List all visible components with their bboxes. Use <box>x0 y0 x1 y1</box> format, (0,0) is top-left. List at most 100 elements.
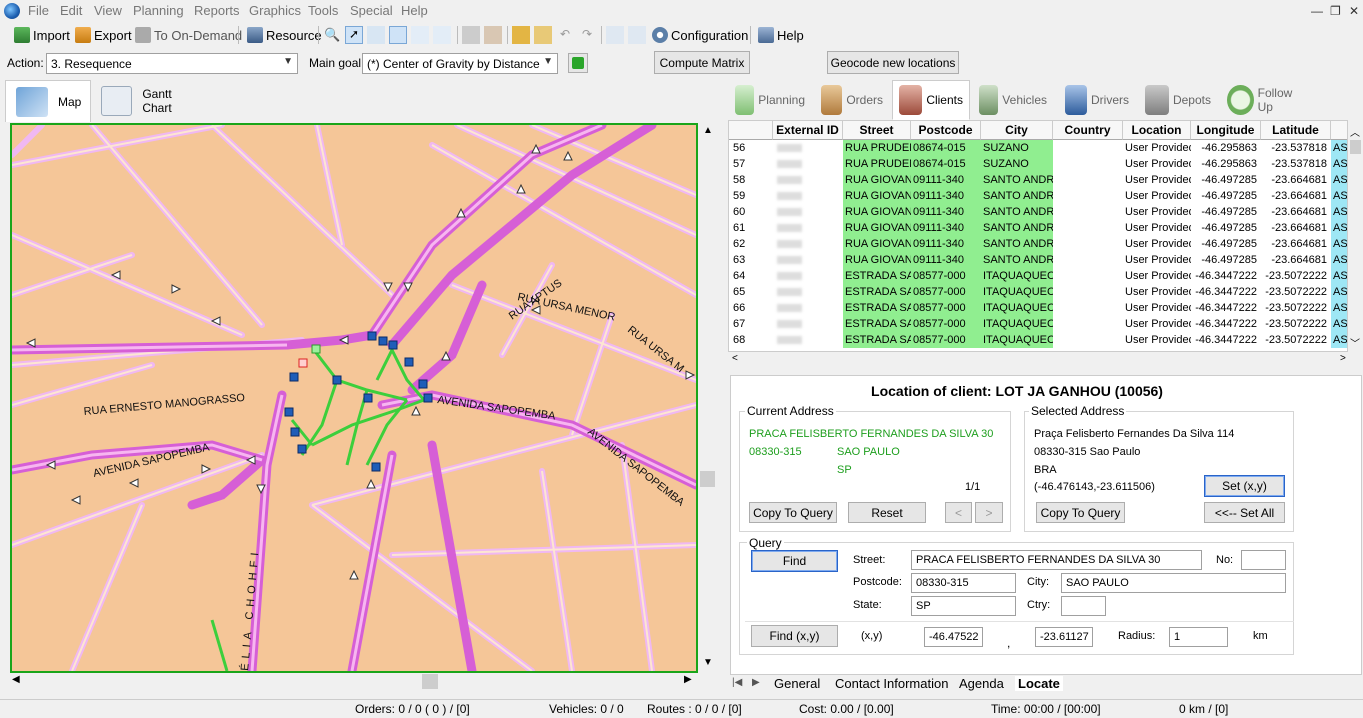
refresh-map-icon[interactable] <box>433 26 451 44</box>
main-goal-select[interactable]: (*) Center of Gravity by Distance ▼ <box>362 53 558 74</box>
selected-client-marker[interactable] <box>298 358 308 368</box>
menu-edit[interactable]: Edit <box>60 3 82 18</box>
table-header[interactable]: Postcode <box>911 121 981 140</box>
options-icon[interactable] <box>484 26 502 44</box>
scroll-thumb[interactable] <box>1350 140 1361 154</box>
selected-copy-to-query-button[interactable]: Copy To Query <box>1036 502 1125 523</box>
zoom-area-icon[interactable] <box>389 26 407 44</box>
table-header[interactable]: External ID <box>773 121 843 140</box>
tab-depots[interactable]: Depots <box>1138 80 1218 120</box>
table-row[interactable]: 67 ESTRADA SA 08577-000 ITAQUAQUEC User Prov… <box>729 316 1347 332</box>
unlock-icon[interactable] <box>534 26 552 44</box>
set-xy-button[interactable]: Set (x,y) <box>1204 475 1285 497</box>
tab-agenda[interactable]: Agenda <box>959 676 1004 691</box>
menu-special[interactable]: Special <box>350 3 393 18</box>
street-input[interactable]: PRACA FELISBERTO FERNANDES DA SILVA 30 <box>911 550 1202 570</box>
tab-scroll-left-icon[interactable]: |◀ <box>732 677 742 688</box>
scroll-right-icon[interactable]: > <box>1340 353 1346 364</box>
postcode-input[interactable]: 08330-315 <box>911 573 1016 593</box>
tab-gantt-chart[interactable]: Gantt Chart <box>91 80 203 122</box>
menu-planning[interactable]: Planning <box>133 3 184 18</box>
set-all-button[interactable]: <<-- Set All <box>1204 502 1285 523</box>
table-header[interactable]: Country <box>1053 121 1123 140</box>
table-header[interactable]: Location <box>1123 121 1191 140</box>
menu-view[interactable]: View <box>94 3 122 18</box>
scroll-up-icon[interactable]: ︿ <box>1350 124 1360 139</box>
table-horizontal-scrollbar[interactable]: < > <box>728 352 1363 369</box>
scroll-thumb[interactable] <box>700 471 715 487</box>
find-xy-button[interactable]: Find (x,y) <box>751 625 838 647</box>
copy-to-query-button[interactable]: Copy To Query <box>749 502 837 523</box>
reset-button[interactable]: Reset <box>848 502 926 523</box>
find-button[interactable]: Find <box>751 550 838 572</box>
table-row[interactable]: 66 ESTRADA SA 08577-000 ITAQUAQUEC User Prov… <box>729 300 1347 316</box>
run-button[interactable] <box>568 53 588 73</box>
tab-contact-information[interactable]: Contact Information <box>835 676 948 691</box>
table-row[interactable]: 61 RUA GIOVAN 09111-340 SANTO ANDR User Prov… <box>729 220 1347 236</box>
tab-scroll-right-icon[interactable]: ▶ <box>752 677 760 688</box>
select-area-icon[interactable] <box>367 26 385 44</box>
city-input[interactable]: SAO PAULO <box>1061 573 1286 593</box>
lock-icon[interactable] <box>512 26 530 44</box>
import-button[interactable]: Import <box>10 24 74 46</box>
tab-vehicles[interactable]: Vehicles <box>972 80 1054 120</box>
tab-clients[interactable]: Clients <box>892 80 970 120</box>
map-horizontal-scrollbar[interactable]: ◀ ▶ <box>10 673 698 690</box>
resource-button[interactable]: Resource <box>243 24 326 46</box>
restore-icon[interactable]: ❐ <box>1330 4 1341 18</box>
on-demand-button[interactable]: To On-Demand <box>131 24 246 46</box>
state-input[interactable]: SP <box>911 596 1016 616</box>
compute-matrix-button[interactable]: Compute Matrix <box>654 51 750 74</box>
menu-graphics[interactable]: Graphics <box>249 3 301 18</box>
country-input[interactable] <box>1061 596 1106 616</box>
close-icon[interactable]: ✕ <box>1349 4 1359 18</box>
y-coordinate-input[interactable]: -23.61127 <box>1035 627 1093 647</box>
tab-locate[interactable]: Locate <box>1015 676 1063 691</box>
geocode-button[interactable]: Geocode new locations <box>827 51 959 74</box>
table-row[interactable]: 58 RUA GIOVAN 09111-340 SANTO ANDR User Prov… <box>729 172 1347 188</box>
action-select[interactable]: 3. Resequence ▼ <box>46 53 298 74</box>
pan-icon[interactable] <box>411 26 429 44</box>
tab-orders[interactable]: Orders <box>814 80 890 120</box>
menu-file[interactable]: File <box>28 3 49 18</box>
scroll-right-icon[interactable]: ▶ <box>684 674 692 685</box>
table-header[interactable]: Longitude <box>1191 121 1261 140</box>
scroll-thumb[interactable] <box>422 674 438 689</box>
x-coordinate-input[interactable]: -46.47522 <box>924 627 983 647</box>
map-svg[interactable]: RUA ERNESTO MANOGRASSO AVENIDA SAPOPEMBA… <box>12 125 696 671</box>
tab-follow-up[interactable]: Follow Up <box>1220 80 1312 120</box>
tab-map[interactable]: Map <box>5 80 91 122</box>
scroll-left-icon[interactable]: < <box>732 353 738 364</box>
depot-marker[interactable] <box>311 344 321 354</box>
table-row[interactable]: 57 RUA PRUDEN 08674-015 SUZANO User Provided… <box>729 156 1347 172</box>
radius-input[interactable]: 1 <box>1169 627 1228 647</box>
table-row[interactable]: 65 ESTRADA SA 08577-000 ITAQUAQUEC User Prov… <box>729 284 1347 300</box>
zoom-icon[interactable]: 🔍 <box>323 26 341 44</box>
tab-drivers[interactable]: Drivers <box>1058 80 1136 120</box>
next-button[interactable]: > <box>975 502 1003 523</box>
list-icon[interactable] <box>606 26 624 44</box>
export-button[interactable]: Export <box>71 24 136 46</box>
menu-help[interactable]: Help <box>401 3 428 18</box>
table-row[interactable]: 68 ESTRADA SA 08577-000 ITAQUAQUEC User Prov… <box>729 332 1347 348</box>
redo-icon[interactable]: ↷ <box>578 26 596 44</box>
table-vertical-scrollbar[interactable]: ︿ ﹀ <box>1348 120 1363 352</box>
table-header[interactable]: City <box>981 121 1053 140</box>
table-row[interactable]: 62 RUA GIOVAN 09111-340 SANTO ANDR User Prov… <box>729 236 1347 252</box>
map-vertical-scrollbar[interactable]: ▲ ▼ <box>699 123 716 673</box>
map-canvas[interactable]: RUA ERNESTO MANOGRASSO AVENIDA SAPOPEMBA… <box>10 123 698 673</box>
configuration-button[interactable]: Configuration <box>648 24 752 46</box>
scroll-up-icon[interactable]: ▲ <box>703 125 713 136</box>
undo-icon[interactable]: ↶ <box>556 26 574 44</box>
scroll-down-icon[interactable]: ▼ <box>703 657 713 668</box>
split-icon[interactable] <box>462 26 480 44</box>
help-button[interactable]: Help <box>754 24 808 46</box>
table-row[interactable]: 60 RUA GIOVAN 09111-340 SANTO ANDR User Prov… <box>729 204 1347 220</box>
menu-reports[interactable]: Reports <box>194 3 240 18</box>
table-header[interactable]: Street <box>843 121 911 140</box>
tab-planning[interactable]: Planning <box>728 80 812 120</box>
table-row[interactable]: 59 RUA GIOVAN 09111-340 SANTO ANDR User Prov… <box>729 188 1347 204</box>
previous-button[interactable]: < <box>945 502 972 523</box>
scroll-left-icon[interactable]: ◀ <box>12 674 20 685</box>
table-row[interactable]: 63 RUA GIOVAN 09111-340 SANTO ANDR User Prov… <box>729 252 1347 268</box>
